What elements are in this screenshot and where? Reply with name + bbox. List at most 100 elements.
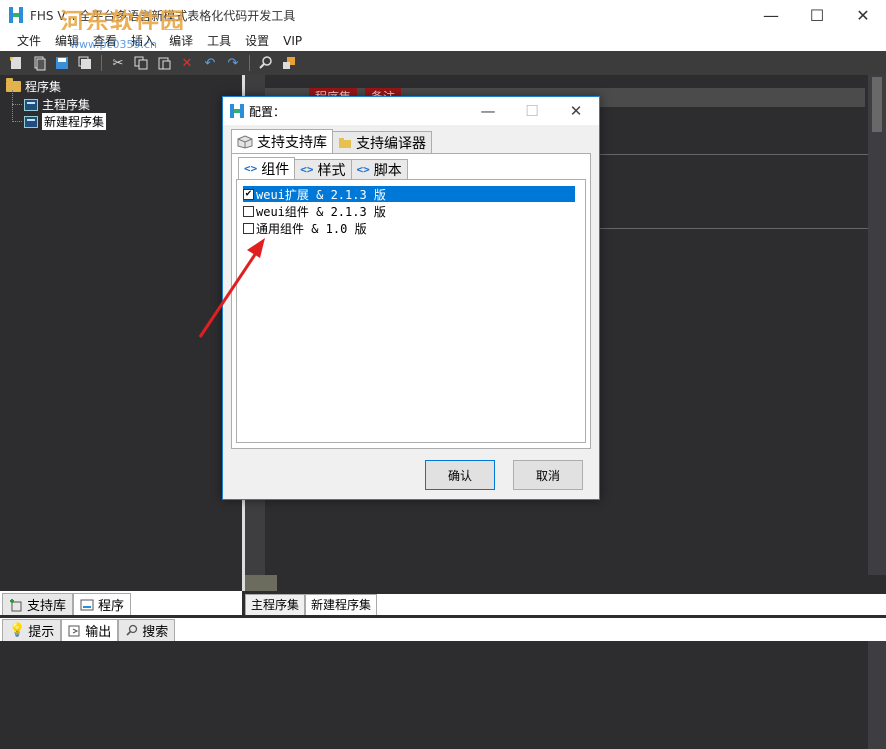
list-item-label: weui组件 & 2.1.3 版 xyxy=(256,204,386,219)
menu-tools[interactable]: 工具 xyxy=(200,32,238,49)
tab-support-libraries[interactable]: 支持支持库 xyxy=(231,129,333,153)
menu-settings[interactable]: 设置 xyxy=(238,32,276,49)
dialog-inner-tabs: <> 组件 <> 样式 <> 脚本 xyxy=(238,157,408,179)
title-bar: FHS V... 全平台多语言新模式表格化代码开发工具 河东软件园 — ☐ ✕ xyxy=(0,0,886,36)
assembly-icon xyxy=(24,115,38,128)
tab-label: 程序 xyxy=(98,599,125,614)
list-item-weui-extension[interactable]: ✔ weui扩展 & 2.1.3 版 xyxy=(243,186,575,202)
output-icon xyxy=(68,625,80,636)
program-icon xyxy=(80,599,94,610)
checkbox-weui-extension[interactable]: ✔ xyxy=(243,188,254,200)
save-all-icon[interactable] xyxy=(75,53,95,73)
folder-icon xyxy=(6,78,21,92)
code-icon: <> xyxy=(300,163,314,176)
tab-label: 输出 xyxy=(85,625,112,640)
editor-corner xyxy=(245,575,277,591)
tab-label: 样式 xyxy=(317,162,346,179)
tree-line xyxy=(12,90,13,120)
menu-compile[interactable]: 编译 xyxy=(162,32,200,49)
tree-root[interactable]: 程序集 xyxy=(6,78,61,95)
output-panel-tabs: 💡 提示 输出 搜索 xyxy=(0,618,886,641)
tree-item-label: 新建程序集 xyxy=(42,113,107,130)
tab-search[interactable]: 搜索 xyxy=(118,619,176,641)
tab-main-assembly[interactable]: 主程序集 xyxy=(245,594,306,615)
editor-vertical-scrollbar[interactable] xyxy=(868,75,886,575)
folder-icon xyxy=(339,137,351,148)
watermark-url: www.pc0359.cn xyxy=(70,38,158,51)
confirm-button[interactable]: 确认 xyxy=(425,460,495,490)
menu-vip[interactable]: VIP xyxy=(276,34,309,48)
app-logo-icon xyxy=(9,7,23,23)
code-icon: <> xyxy=(356,163,370,176)
maximize-button[interactable]: ☐ xyxy=(794,0,840,30)
copy-icon[interactable] xyxy=(131,53,151,73)
list-item-common-components[interactable]: 通用组件 & 1.0 版 xyxy=(243,220,575,236)
tab-program[interactable]: 程序 xyxy=(73,593,132,615)
app-logo-icon xyxy=(230,104,244,118)
tab-label: 搜索 xyxy=(142,625,169,640)
dialog-close-button[interactable]: ✕ xyxy=(555,97,597,125)
tab-label: 支持库 xyxy=(27,599,67,614)
dialog-outer-tabs: 支持支持库 支持编译器 xyxy=(231,129,432,153)
tab-output[interactable]: 输出 xyxy=(61,619,119,641)
minimize-button[interactable]: — xyxy=(748,0,794,30)
tab-styles[interactable]: <> 样式 xyxy=(294,159,352,179)
dialog-title: 配置： xyxy=(249,105,286,119)
lightbulb-icon: 💡 xyxy=(9,623,26,638)
tab-new-assembly[interactable]: 新建程序集 xyxy=(305,594,378,615)
output-area[interactable] xyxy=(0,641,886,749)
tab-label: 组件 xyxy=(261,161,290,178)
tree-item-new-assembly[interactable]: 新建程序集 xyxy=(24,113,107,130)
tab-support-library[interactable]: 支持库 xyxy=(2,593,74,615)
tab-scripts[interactable]: <> 脚本 xyxy=(350,159,408,179)
list-item-label: weui扩展 & 2.1.3 版 xyxy=(256,187,386,202)
checkbox-common-components[interactable] xyxy=(243,222,254,234)
left-panel-tabs: 支持库 程序 xyxy=(0,591,242,615)
dialog-maximize-button: ☐ xyxy=(525,102,539,120)
save-icon[interactable] xyxy=(52,53,72,73)
close-button[interactable]: ✕ xyxy=(840,0,886,30)
menu-file[interactable]: 文件 xyxy=(10,32,48,49)
dialog-outer-tab-content: <> 组件 <> 样式 <> 脚本 ✔ weui扩展 & 2.1.3 版 weu… xyxy=(231,153,591,449)
cut-icon[interactable]: ✂ xyxy=(108,53,128,73)
editor-divider xyxy=(600,228,870,229)
tab-label: 支持支持库 xyxy=(257,134,327,151)
project-tree-panel: 程序集 主程序集 新建程序集 xyxy=(0,75,242,591)
library-icon xyxy=(10,598,22,611)
tab-hint[interactable]: 💡 提示 xyxy=(2,619,62,641)
new-icon[interactable] xyxy=(6,53,26,73)
checkbox-weui-components[interactable] xyxy=(243,205,254,217)
find-icon[interactable] xyxy=(256,53,276,73)
dialog-title-bar: 配置： — ☐ ✕ xyxy=(223,97,599,125)
list-item-label: 通用组件 & 1.0 版 xyxy=(256,221,367,236)
tab-label: 提示 xyxy=(28,625,55,640)
list-item-weui-components[interactable]: weui组件 & 2.1.3 版 xyxy=(243,203,575,219)
package-icon xyxy=(237,134,253,149)
toolbar: ✂ ✕ ↶ ↷ xyxy=(0,51,886,75)
output-vertical-scrollbar[interactable] xyxy=(868,641,886,749)
tree-item-main-assembly[interactable]: 主程序集 xyxy=(24,96,90,113)
toolbar-separator xyxy=(249,55,250,71)
cancel-button[interactable]: 取消 xyxy=(513,460,583,490)
replace-icon[interactable] xyxy=(279,53,299,73)
copy-file-icon[interactable] xyxy=(29,53,49,73)
redo-icon[interactable]: ↷ xyxy=(223,53,243,73)
editor-divider xyxy=(600,154,870,155)
toolbar-separator xyxy=(101,55,102,71)
search-icon xyxy=(126,624,138,636)
tab-label: 支持编译器 xyxy=(356,135,426,152)
tab-support-compilers[interactable]: 支持编译器 xyxy=(332,131,432,153)
undo-icon[interactable]: ↶ xyxy=(200,53,220,73)
tab-label: 脚本 xyxy=(373,162,402,179)
code-icon: <> xyxy=(244,162,258,175)
tree-root-label: 程序集 xyxy=(25,80,62,94)
tree-item-label: 主程序集 xyxy=(42,98,91,112)
dialog-minimize-button[interactable]: — xyxy=(467,97,509,125)
paste-icon[interactable] xyxy=(154,53,174,73)
assembly-icon xyxy=(24,98,38,111)
component-list: ✔ weui扩展 & 2.1.3 版 weui组件 & 2.1.3 版 通用组件… xyxy=(236,179,586,443)
tab-components[interactable]: <> 组件 xyxy=(238,157,296,179)
delete-icon[interactable]: ✕ xyxy=(177,53,197,73)
tree-line xyxy=(12,104,22,105)
scrollbar-thumb[interactable] xyxy=(872,77,882,132)
